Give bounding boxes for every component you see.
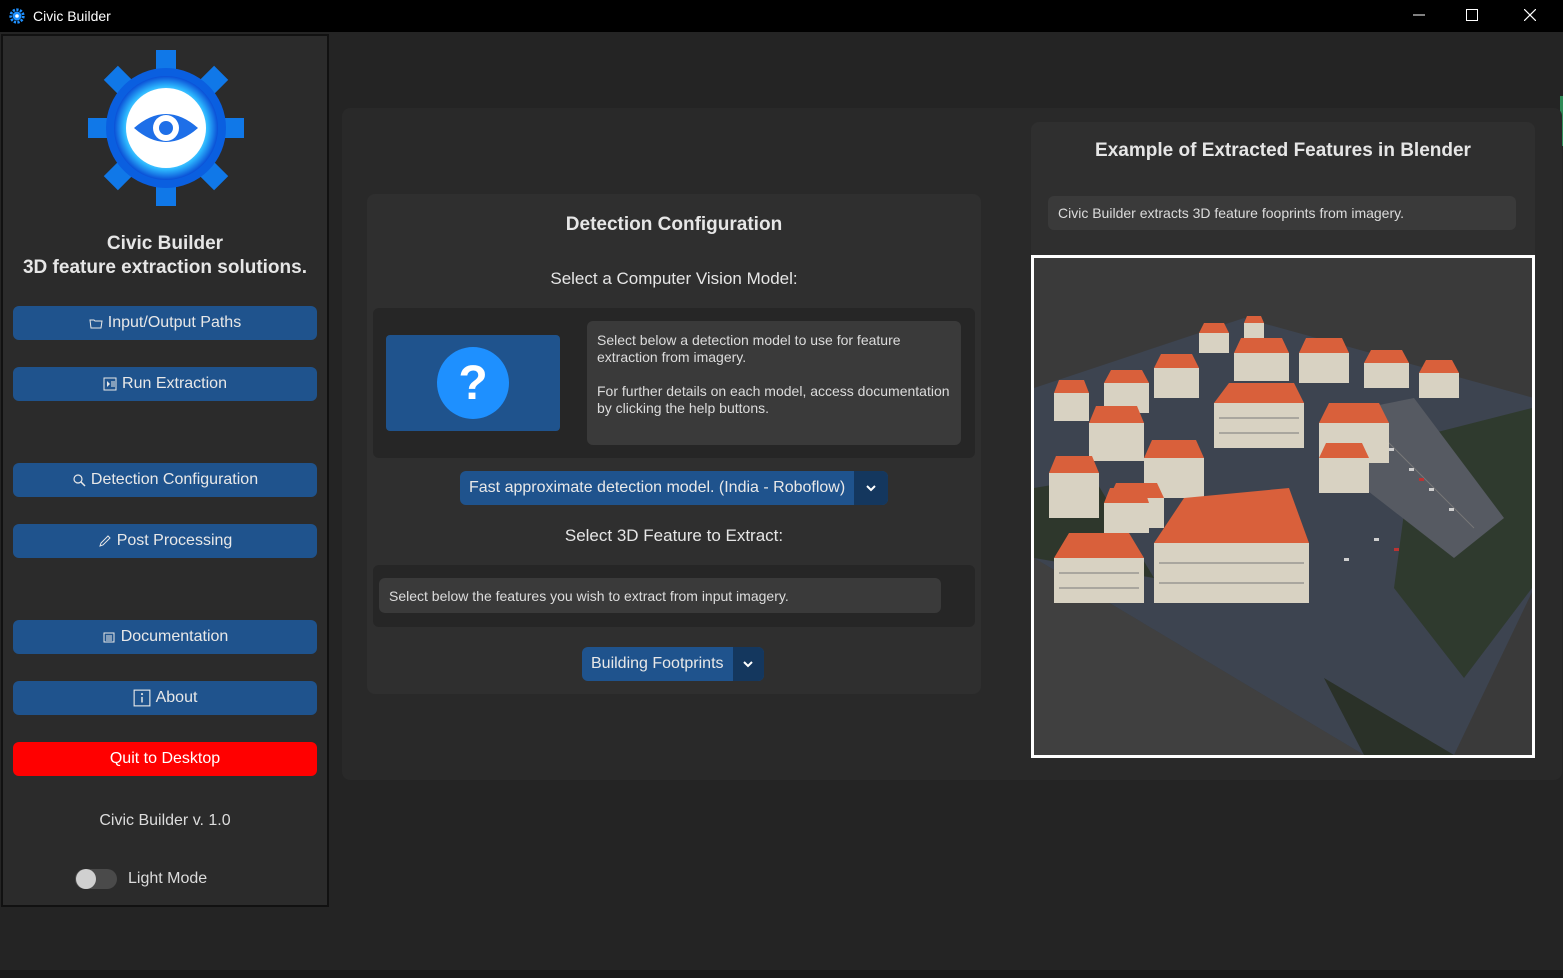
minimize-icon	[1413, 14, 1425, 16]
config-title: Detection Configuration	[565, 214, 783, 235]
model-description-line1: Select below a detection model to use fo…	[597, 332, 901, 365]
city-render-illustration	[1034, 258, 1532, 755]
model-description: Select below a detection model to use fo…	[587, 321, 961, 445]
toggle-knob	[76, 869, 96, 889]
run-extraction-label: Run Extraction	[122, 375, 227, 392]
light-mode-label: Light Mode	[128, 870, 208, 887]
chevron-down-icon[interactable]	[732, 647, 764, 681]
model-info-row: ? Select below a detection model to use …	[373, 308, 975, 458]
window-title: Civic Builder	[33, 8, 111, 24]
brand-name: Civic Builder	[106, 233, 224, 254]
app-gear-icon	[9, 8, 25, 24]
model-description-line2: For further details on each model, acces…	[597, 383, 950, 416]
model-heading: Select a Computer Vision Model:	[550, 269, 798, 288]
brand-text: Civic Builder 3D feature extraction solu…	[3, 232, 327, 280]
title-bar: Civic Builder	[0, 0, 1563, 32]
logo-gear-eye-icon	[88, 50, 244, 206]
blender-render-image	[1031, 255, 1535, 758]
quit-button[interactable]: Quit to Desktop	[13, 742, 317, 776]
folder-icon	[89, 319, 103, 329]
feature-select-value: Building Footprints	[591, 655, 724, 672]
document-icon	[103, 632, 115, 643]
example-panel: Example of Extracted Features in Blender…	[1031, 122, 1535, 758]
detection-config-panel: Detection Configuration Select a Compute…	[367, 194, 981, 694]
about-label: About	[155, 689, 198, 706]
model-help-button[interactable]: ?	[386, 335, 560, 431]
magnifier-icon	[73, 474, 86, 487]
run-extraction-button[interactable]: Run Extraction	[13, 367, 317, 401]
input-output-paths-button[interactable]: Input/Output Paths	[13, 306, 317, 340]
detection-configuration-label: Detection Configuration	[90, 471, 259, 488]
info-icon	[133, 689, 151, 707]
feature-heading: Select 3D Feature to Extract:	[564, 526, 784, 545]
close-icon	[1524, 9, 1536, 21]
post-processing-label: Post Processing	[116, 532, 233, 549]
feature-description: Select below the features you wish to ex…	[379, 578, 941, 613]
feature-info-row: Select below the features you wish to ex…	[373, 565, 975, 627]
documentation-button[interactable]: Documentation	[13, 620, 317, 654]
question-mark-icon: ?	[437, 347, 509, 419]
example-description: Civic Builder extracts 3D feature foopri…	[1048, 196, 1516, 230]
close-button[interactable]	[1501, 0, 1559, 30]
chevron-down-icon[interactable]	[854, 471, 888, 505]
example-title: Example of Extracted Features in Blender	[1095, 140, 1471, 161]
sidebar: Civic Builder 3D feature extraction solu…	[1, 34, 329, 907]
detection-configuration-button[interactable]: Detection Configuration	[13, 463, 317, 497]
brand-tagline: 3D feature extraction solutions.	[22, 257, 307, 278]
documentation-label: Documentation	[120, 628, 229, 645]
taskbar-strip	[0, 970, 1563, 978]
play-pause-icon	[103, 377, 117, 391]
model-select[interactable]: Fast approximate detection model. (India…	[460, 471, 888, 505]
about-button[interactable]: About	[13, 681, 317, 715]
pencil-icon	[98, 535, 111, 547]
minimize-button[interactable]	[1390, 0, 1448, 30]
input-output-paths-label: Input/Output Paths	[107, 314, 242, 331]
maximize-button[interactable]	[1443, 0, 1501, 30]
quit-label: Quit to Desktop	[109, 750, 221, 767]
light-mode-toggle[interactable]	[75, 869, 117, 889]
post-processing-button[interactable]: Post Processing	[13, 524, 317, 558]
feature-select[interactable]: Building Footprints	[582, 647, 764, 681]
version-text: Civic Builder v. 1.0	[99, 812, 231, 829]
maximize-icon	[1466, 9, 1478, 21]
model-select-value: Fast approximate detection model. (India…	[469, 479, 846, 496]
